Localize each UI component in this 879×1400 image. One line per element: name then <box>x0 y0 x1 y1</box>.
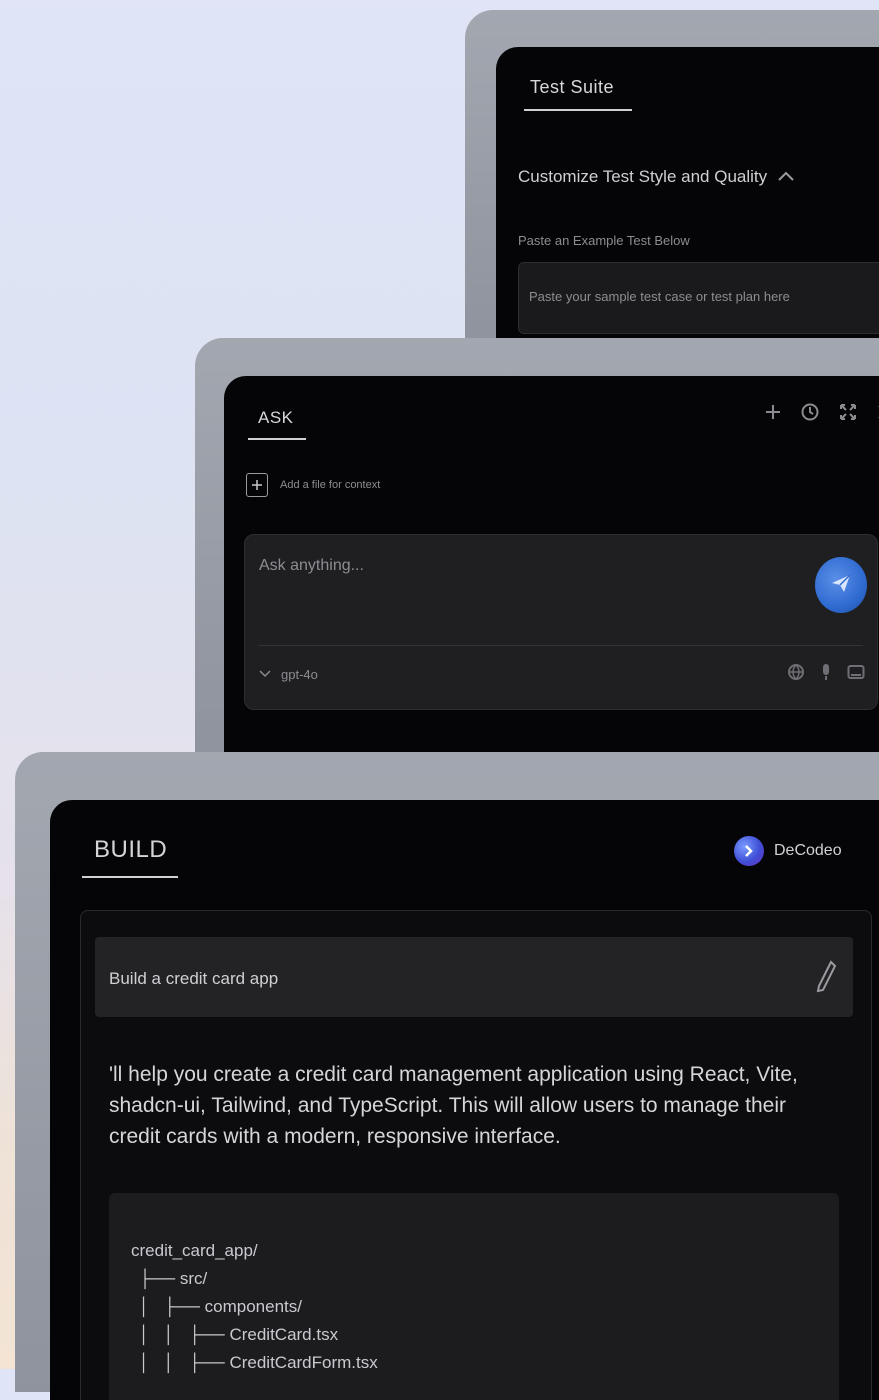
ask-input-box: Ask anything... gpt-4o <box>244 534 878 710</box>
ask-tools <box>787 663 865 686</box>
expand-icon[interactable] <box>838 402 858 427</box>
assistant-response: 'll help you create a credit card manage… <box>109 1063 798 1148</box>
chevron-up-icon <box>777 169 795 186</box>
ask-panel: ASK Add a file for context Ask anything.… <box>224 376 879 754</box>
decodeo-logo-icon <box>734 836 764 866</box>
build-content: Build a credit card app 'll help you cre… <box>80 910 872 1400</box>
ask-input[interactable]: Ask anything... <box>259 557 364 575</box>
brand: DeCodeo <box>734 836 842 866</box>
tree-line: credit_card_app/ <box>131 1241 258 1260</box>
sample-test-placeholder: Paste your sample test case or test plan… <box>529 289 790 304</box>
tree-line: │ ├── components/ <box>139 1297 302 1316</box>
history-icon[interactable] <box>800 402 820 427</box>
tree-line: ├── src/ <box>139 1269 208 1288</box>
plus-icon[interactable] <box>764 403 782 426</box>
edit-icon[interactable] <box>815 959 837 998</box>
tab-underline <box>524 109 632 111</box>
brand-name: DeCodeo <box>774 842 842 859</box>
prompt-text: Build a credit card app <box>109 969 279 988</box>
tree-line: │ │ ├── CreditCard.tsx <box>139 1325 339 1344</box>
tab-test-suite[interactable]: Test Suite <box>530 77 614 98</box>
add-file-icon <box>246 473 268 497</box>
paste-example-label: Paste an Example Test Below <box>518 233 690 248</box>
tab-ask[interactable]: ASK <box>258 408 294 428</box>
tab-underline <box>82 876 178 878</box>
send-button[interactable] <box>815 557 867 613</box>
customize-label: Customize Test Style and Quality <box>518 167 768 186</box>
customize-toggle[interactable]: Customize Test Style and Quality <box>518 167 795 187</box>
model-label: gpt-4o <box>281 666 318 682</box>
mic-icon[interactable] <box>821 663 831 686</box>
chevron-down-icon <box>259 665 271 683</box>
user-prompt: Build a credit card app <box>95 937 853 1017</box>
ask-header-actions <box>764 402 879 427</box>
ask-box-divider <box>259 645 863 646</box>
sample-test-input[interactable]: Paste your sample test case or test plan… <box>518 262 879 334</box>
tree-line: │ │ ├── CreditCardForm.tsx <box>139 1353 378 1372</box>
tab-underline <box>248 438 306 440</box>
model-selector[interactable]: gpt-4o <box>259 665 318 683</box>
globe-icon[interactable] <box>787 663 805 686</box>
add-file-label: Add a file for context <box>280 479 381 491</box>
image-icon[interactable] <box>847 664 865 685</box>
add-file-button[interactable]: Add a file for context <box>246 473 380 497</box>
send-icon <box>828 570 854 601</box>
tab-build[interactable]: BUILD <box>94 836 167 864</box>
build-panel: BUILD DeCodeo Build a credit card app 'l… <box>50 800 879 1400</box>
test-suite-panel: Test Suite Customize Test Style and Qual… <box>496 47 879 347</box>
